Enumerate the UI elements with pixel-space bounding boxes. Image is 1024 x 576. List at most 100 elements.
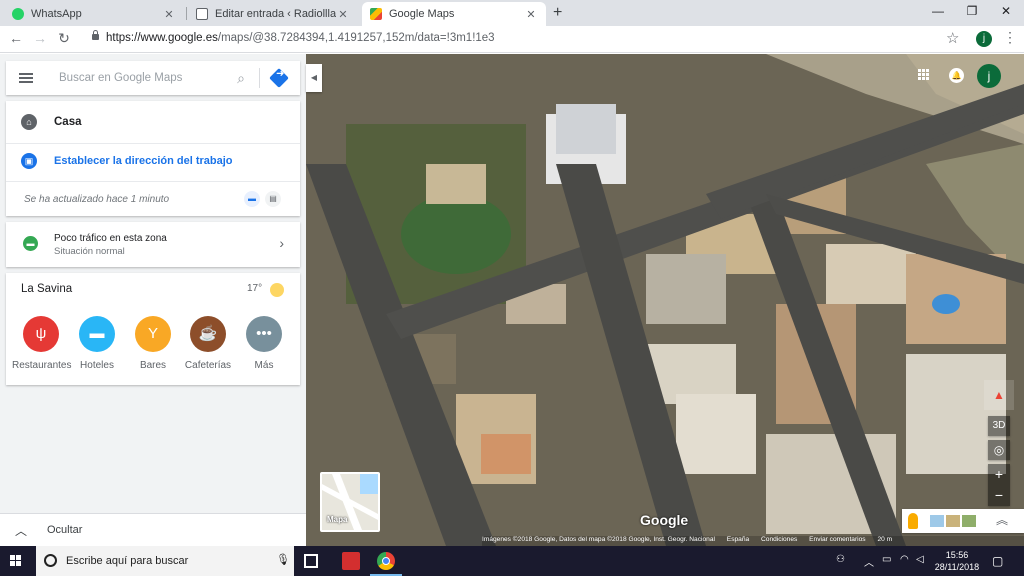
chevron-up-icon: ︿ — [15, 524, 28, 538]
tab-editar-entrada[interactable]: Editar entrada ‹ Radiollla Notícies ✕ — [188, 2, 358, 26]
taskbar-search-input[interactable]: Escribe aquí para buscar — [66, 555, 188, 567]
address-bar[interactable]: https://www.google.es/maps/@38.7284394,1… — [106, 32, 495, 44]
tab-title: Google Maps — [389, 8, 455, 20]
zoom-in-button[interactable]: + — [988, 464, 1010, 485]
search-box[interactable]: Buscar en Google Maps ⌕ — [6, 61, 300, 95]
tilt-3d-button[interactable]: 3D — [988, 416, 1010, 436]
menu-icon[interactable] — [19, 73, 33, 83]
category-bares[interactable]: Y Bares — [124, 316, 182, 371]
apps-grid-icon[interactable] — [918, 69, 930, 81]
clock-date: 28/11/2018 — [934, 562, 980, 572]
profile-avatar[interactable]: j — [976, 31, 992, 47]
browser-toolbar: ← → ↻ https://www.google.es/maps/@38.728… — [0, 26, 1024, 53]
more-icon: ••• — [246, 316, 282, 352]
car-icon[interactable]: ▬ — [244, 191, 260, 207]
windows-start-icon[interactable] — [10, 555, 22, 567]
tab-whatsapp[interactable]: WhatsApp ✕ — [4, 2, 184, 26]
close-icon[interactable]: ✕ — [524, 8, 538, 21]
document-icon — [196, 8, 208, 20]
bookmark-star-icon[interactable]: ☆ — [946, 29, 959, 47]
back-icon[interactable]: ← — [7, 30, 25, 46]
transit-icon[interactable]: ▤ — [265, 191, 281, 207]
task-view-icon[interactable] — [304, 554, 318, 568]
layer-switcher[interactable]: Mapa — [320, 472, 380, 532]
category-mas[interactable]: ••• Más — [235, 316, 293, 371]
divider — [6, 143, 300, 144]
tray-chevron-icon[interactable]: ︿ — [864, 554, 874, 569]
hide-panel-button[interactable]: ︿ Ocultar — [0, 513, 306, 546]
close-icon[interactable]: ✕ — [162, 8, 176, 21]
work-label: Establecer la dirección del trabajo — [54, 155, 233, 167]
people-icon[interactable]: ⚇ — [836, 554, 845, 565]
close-icon[interactable]: ✕ — [336, 8, 350, 21]
battery-icon[interactable]: ▭ — [882, 554, 891, 565]
scale-label[interactable]: 20 m — [877, 536, 892, 543]
my-location-icon[interactable]: ◎ — [988, 440, 1010, 460]
work-row[interactable]: ▣ Establecer la dirección del trabajo — [6, 151, 300, 171]
microphone-icon[interactable]: 🎙 — [276, 553, 290, 566]
location-name: La Savina — [21, 283, 73, 295]
category-restaurantes[interactable]: ψ Restaurantes — [12, 316, 71, 371]
account-avatar[interactable]: j — [977, 64, 1001, 88]
lock-icon — [92, 30, 99, 40]
tab-title: WhatsApp — [31, 8, 82, 20]
tab-separator — [186, 7, 187, 20]
hotel-icon: ▬ — [79, 316, 115, 352]
collapse-panel-button[interactable]: ◀ — [306, 64, 322, 92]
home-label: Casa — [54, 116, 82, 128]
close-window-icon[interactable]: ✕ — [991, 4, 1021, 18]
imagery-thumb[interactable] — [962, 515, 976, 527]
search-input[interactable]: Buscar en Google Maps — [59, 72, 237, 84]
reload-icon[interactable]: ↻ — [55, 30, 73, 47]
wifi-icon[interactable]: ◠ — [900, 554, 909, 565]
directions-icon[interactable] — [269, 68, 289, 88]
region-link[interactable]: España — [727, 536, 749, 543]
search-icon[interactable]: ⌕ — [237, 70, 245, 87]
cortana-icon — [44, 554, 57, 567]
pegman-icon[interactable] — [908, 513, 918, 529]
category-label: Más — [254, 360, 274, 371]
notifications-icon[interactable]: 🔔 — [949, 68, 964, 83]
chrome-icon[interactable] — [377, 552, 395, 570]
explore-card: La Savina 17° ψ Restaurantes ▬ Hoteles Y… — [6, 273, 300, 385]
zoom-out-button[interactable]: − — [988, 485, 1010, 506]
feedback-link[interactable]: Enviar comentarios — [809, 536, 865, 543]
traffic-card[interactable]: ▬ Poco tráfico en esta zona Situación no… — [6, 222, 300, 267]
more-menu-icon[interactable]: ⋮ — [1003, 29, 1017, 46]
zoom-controls: + − — [988, 464, 1010, 506]
taskbar-search[interactable]: Escribe aquí para buscar 🎙 — [36, 546, 294, 576]
volume-icon[interactable]: ◁ — [916, 554, 924, 565]
forward-icon[interactable]: → — [31, 30, 49, 46]
hide-label: Ocultar — [47, 524, 83, 536]
maximize-icon[interactable]: ❐ — [957, 4, 987, 18]
category-label: Cafeterías — [184, 360, 232, 371]
street-view-strip[interactable]: ︽ — [902, 509, 1024, 533]
home-row[interactable]: ⌂ Casa — [6, 112, 300, 132]
minimize-icon[interactable]: — — [923, 4, 953, 18]
divider — [6, 181, 300, 182]
briefcase-icon: ▣ — [21, 153, 37, 169]
expand-icon[interactable]: ︽ — [996, 511, 1008, 528]
browser-tab-bar: WhatsApp ✕ Editar entrada ‹ Radiollla No… — [0, 0, 1024, 26]
saved-places-card: ⌂ Casa ▣ Establecer la dirección del tra… — [6, 101, 300, 216]
imagery-thumb[interactable] — [930, 515, 944, 527]
chevron-right-icon: › — [279, 235, 284, 251]
whatsapp-icon — [12, 8, 24, 20]
car-icon: ▬ — [23, 236, 38, 251]
layer-label: Mapa — [327, 515, 348, 524]
temperature: 17° — [247, 283, 263, 294]
cafe-icon: ☕ — [190, 316, 226, 352]
system-clock[interactable]: 15:56 28/11/2018 — [933, 549, 981, 573]
terms-link[interactable]: Condiciones — [761, 536, 797, 543]
imagery-thumb[interactable] — [946, 515, 960, 527]
new-tab-icon[interactable]: + — [553, 4, 562, 22]
clock-time: 15:56 — [945, 550, 969, 560]
category-cafeterias[interactable]: ☕ Cafeterías — [179, 316, 237, 371]
category-hoteles[interactable]: ▬ Hoteles — [68, 316, 126, 371]
notifications-center-icon[interactable]: ▢ — [992, 554, 1003, 568]
compass-icon[interactable]: ▲ — [984, 380, 1014, 410]
app-icon[interactable] — [342, 552, 360, 570]
maps-sidebar: Buscar en Google Maps ⌕ ⌂ Casa ▣ Estable… — [0, 54, 306, 546]
satellite-map[interactable] — [306, 54, 1024, 546]
tab-google-maps[interactable]: Google Maps ✕ — [362, 2, 546, 26]
